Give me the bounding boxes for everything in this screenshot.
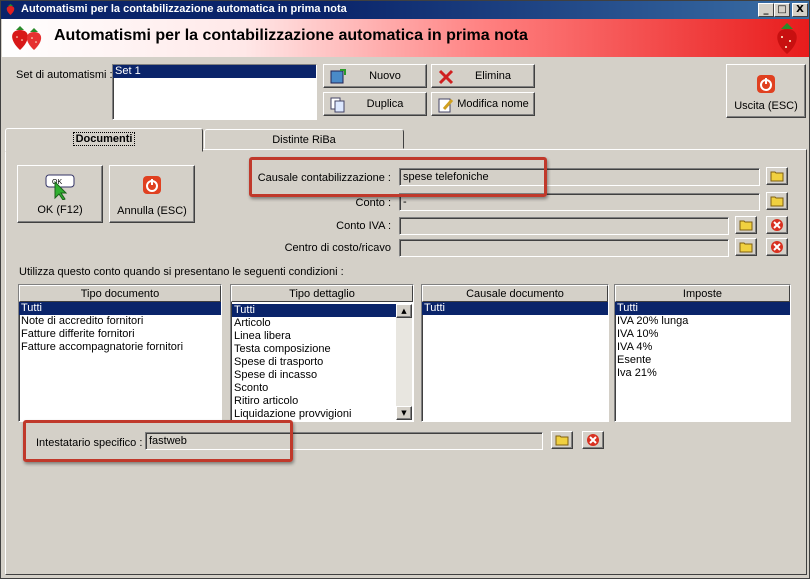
clear-x-icon	[587, 434, 599, 446]
set-list[interactable]: Set 1	[112, 64, 317, 120]
list-item[interactable]: Testa composizione	[232, 343, 396, 356]
list-item[interactable]: Esente	[615, 354, 790, 367]
centro-clear-button[interactable]	[766, 238, 788, 256]
tab-documenti[interactable]: Documenti	[5, 128, 203, 152]
list-item[interactable]: Tutti	[615, 302, 790, 315]
list-item[interactable]: Tutti	[232, 304, 396, 317]
folder-icon	[555, 435, 569, 446]
modifica-nome-label: Modifica nome	[457, 98, 529, 110]
tab-distinte-riba[interactable]: Distinte RiBa	[204, 129, 404, 149]
imposte-list[interactable]: Imposte Tutti IVA 20% lunga IVA 10% IVA …	[614, 284, 791, 422]
elimina-button[interactable]: Elimina	[431, 64, 535, 88]
list-item[interactable]: Linea libera	[232, 330, 396, 343]
folder-icon	[739, 242, 753, 253]
list-item[interactable]: Tutti	[422, 302, 608, 315]
power-icon	[757, 75, 775, 93]
duplica-button[interactable]: Duplica	[323, 92, 427, 116]
intestatario-browse-button[interactable]	[551, 431, 573, 449]
list-item[interactable]: Sconto	[232, 382, 396, 395]
conto-iva-label: Conto IVA :	[336, 220, 391, 232]
conto-field[interactable]: -	[399, 193, 760, 211]
main-window: Automatismi per la contabilizzazione aut…	[0, 0, 810, 579]
duplica-label: Duplica	[366, 98, 404, 110]
folder-icon	[770, 171, 784, 182]
imposte-header[interactable]: Imposte	[615, 285, 790, 302]
list-item[interactable]: IVA 20% lunga	[615, 315, 790, 328]
elimina-label: Elimina	[474, 70, 512, 82]
causale-label: Causale contabilizzazione :	[257, 172, 391, 184]
folder-icon	[770, 196, 784, 207]
centro-browse-button[interactable]	[735, 238, 757, 256]
tipo-dettaglio-header[interactable]: Tipo dettaglio	[231, 285, 413, 302]
intestatario-clear-button[interactable]	[582, 431, 604, 449]
scroll-down-arrow-icon[interactable]: ▼	[396, 406, 412, 420]
strawberry-banner-icon	[777, 23, 797, 54]
tipo-dettaglio-list[interactable]: Tipo dettaglio Tutti Articolo Linea libe…	[230, 284, 414, 422]
window-title: Automatismi per la contabilizzazione aut…	[21, 3, 347, 15]
minimize-button[interactable]: _	[758, 3, 774, 17]
tab-distinte-label: Distinte RiBa	[272, 134, 336, 146]
conto-iva-browse-button[interactable]	[735, 216, 757, 234]
list-item[interactable]: Ritiro articolo	[232, 395, 396, 408]
folder-icon	[739, 220, 753, 231]
annulla-label: Annulla (ESC)	[117, 205, 187, 217]
duplicate-icon	[330, 97, 345, 113]
banner-title: Automatismi per la contabilizzazione aut…	[54, 27, 528, 44]
nuovo-button[interactable]: Nuovo	[323, 64, 427, 88]
strawberry-icon	[6, 4, 15, 15]
tipo-documento-list[interactable]: Tipo documento Tutti Note di accredito f…	[18, 284, 222, 422]
causale-browse-button[interactable]	[766, 167, 788, 185]
power-icon	[143, 176, 161, 194]
conto-iva-clear-button[interactable]	[766, 216, 788, 234]
list-item[interactable]: Articolo	[232, 317, 396, 330]
ok-button[interactable]: OK OK (F12)	[17, 165, 103, 223]
delete-x-icon	[438, 69, 454, 85]
centro-field[interactable]	[399, 239, 729, 257]
centro-label: Centro di costo/ricavo	[284, 242, 391, 254]
list-item[interactable]: Fatture accompagnatorie fornitori	[19, 341, 221, 354]
uscita-button[interactable]: Uscita (ESC)	[726, 64, 806, 118]
maximize-button[interactable]: □	[774, 3, 790, 17]
conto-browse-button[interactable]	[766, 192, 788, 210]
strawberries-logo-icon	[12, 26, 42, 50]
scrollbar[interactable]: ▲ ▼	[396, 304, 412, 420]
modifica-nome-button[interactable]: Modifica nome	[431, 92, 535, 116]
conto-label: Conto :	[355, 197, 391, 209]
new-icon	[330, 69, 346, 84]
causale-field[interactable]: spese telefoniche	[399, 168, 760, 186]
list-item[interactable]: IVA 4%	[615, 341, 790, 354]
list-item[interactable]: Spese di incasso	[232, 369, 396, 382]
ok-cursor-icon: OK	[45, 174, 75, 200]
tipo-documento-header[interactable]: Tipo documento	[19, 285, 221, 302]
nuovo-label: Nuovo	[369, 70, 401, 82]
set-label: Set di automatismi :	[16, 69, 113, 81]
conditions-label: Utilizza questo conto quando si presenta…	[19, 266, 344, 278]
list-item[interactable]: Fatture differite fornitori	[19, 328, 221, 341]
list-item[interactable]: Note di accredito fornitori	[19, 315, 221, 328]
causale-documento-list[interactable]: Causale documento Tutti	[421, 284, 609, 422]
annulla-button[interactable]: Annulla (ESC)	[109, 165, 195, 223]
list-item[interactable]: Liquidazione provvigioni	[232, 408, 396, 421]
scroll-up-arrow-icon[interactable]: ▲	[396, 304, 412, 318]
header-banner: Automatismi per la contabilizzazione aut…	[2, 19, 809, 57]
list-item[interactable]: Iva 21%	[615, 367, 790, 380]
clear-x-icon	[771, 219, 783, 231]
set-list-item[interactable]: Set 1	[113, 65, 316, 78]
ok-label: OK (F12)	[37, 204, 83, 216]
intestatario-label: Intestatario specifico :	[36, 437, 143, 449]
intestatario-field[interactable]: fastweb	[145, 432, 543, 450]
tab-documenti-label: Documenti	[72, 132, 136, 146]
list-item[interactable]: Spese di trasporto	[232, 356, 396, 369]
close-button[interactable]: X	[792, 3, 808, 17]
clear-x-icon	[771, 241, 783, 253]
uscita-label: Uscita (ESC)	[734, 100, 798, 112]
title-bar[interactable]: Automatismi per la contabilizzazione aut…	[1, 1, 809, 19]
conto-iva-field[interactable]	[399, 217, 729, 235]
list-item[interactable]: IVA 10%	[615, 328, 790, 341]
causale-documento-header[interactable]: Causale documento	[422, 285, 608, 302]
edit-icon	[438, 98, 454, 113]
list-item[interactable]: Tutti	[19, 302, 221, 315]
